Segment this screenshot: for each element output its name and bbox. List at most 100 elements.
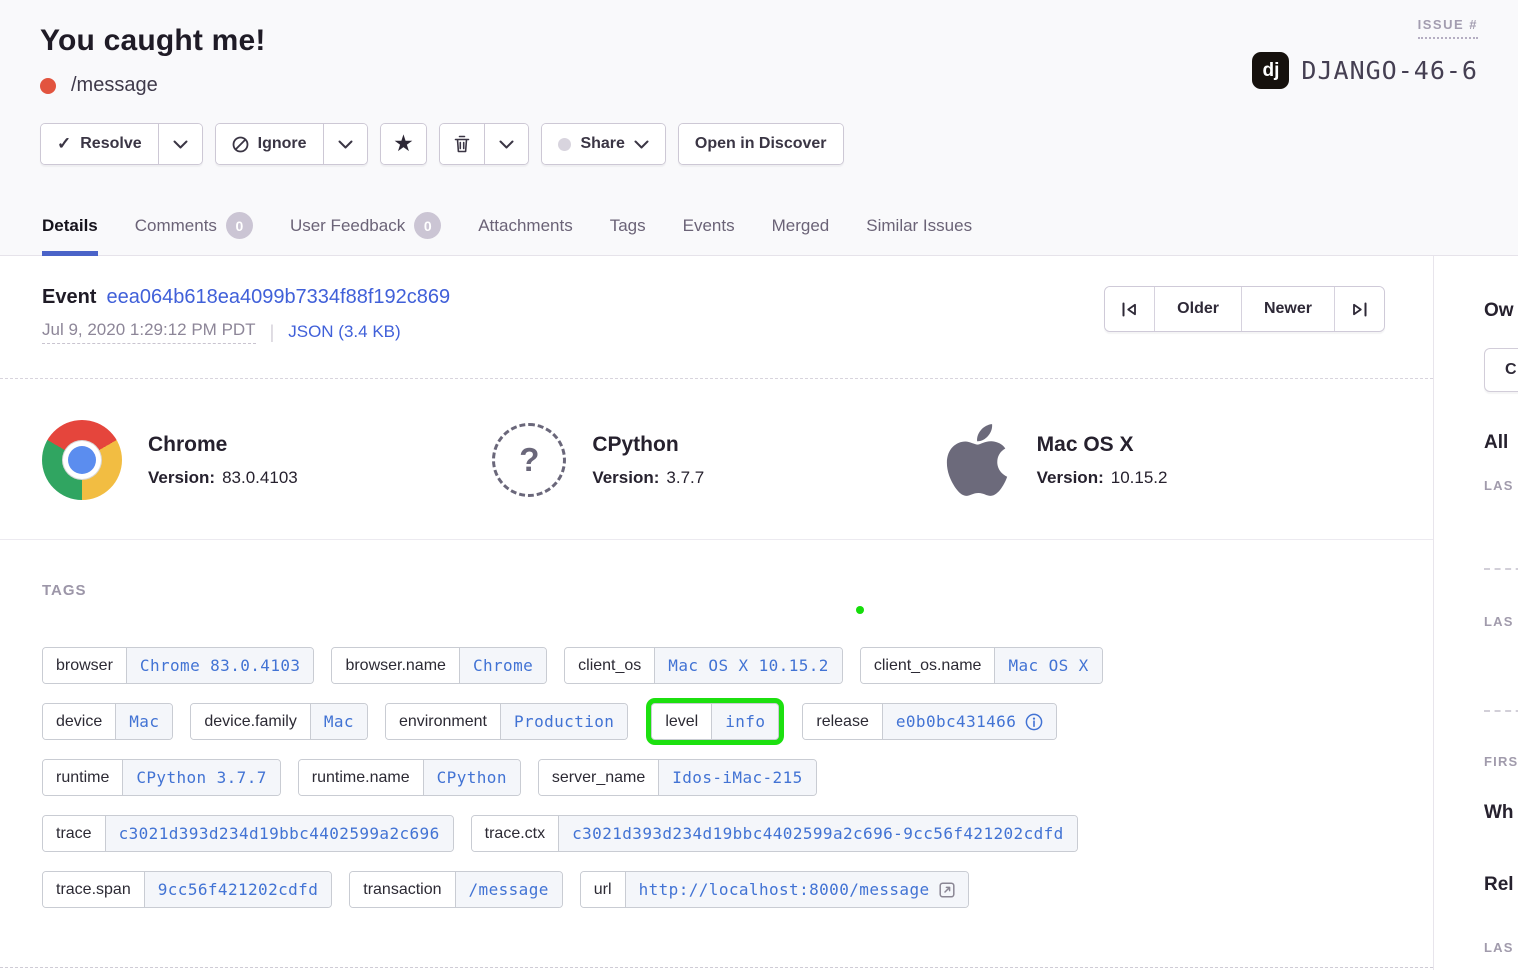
tag-key: server_name <box>539 760 658 795</box>
tag-value-link[interactable]: Chrome <box>459 648 546 683</box>
tab-label: Attachments <box>478 216 573 236</box>
tag-value-link[interactable]: Mac OS X 10.15.2 <box>654 648 842 683</box>
star-icon: ★ <box>395 134 413 154</box>
share-label: Share <box>580 135 624 153</box>
context-card-cpython: ?CPythonVersion:3.7.7 <box>492 419 942 501</box>
tag-value-link[interactable]: CPython <box>423 760 520 795</box>
external-link-icon[interactable] <box>939 882 955 898</box>
tag-value-link[interactable]: info <box>711 704 778 739</box>
slash-icon <box>232 136 249 153</box>
version-value: 83.0.4103 <box>222 468 298 487</box>
tab-user-feedback[interactable]: User Feedback0 <box>290 212 441 255</box>
cursor-dot-icon <box>856 606 864 614</box>
delete-dropdown-button[interactable] <box>484 124 528 164</box>
last-label-3: LAS <box>1484 940 1514 955</box>
older-event-button[interactable]: Older <box>1154 287 1241 331</box>
skip-back-icon <box>1121 302 1138 317</box>
tag-row: trace.span9cc56f421202cdfd transaction/me… <box>42 871 1389 908</box>
trash-icon <box>454 135 470 153</box>
tab-attachments[interactable]: Attachments <box>478 212 573 255</box>
first-label: FIRS <box>1484 754 1518 769</box>
tag-pill-level: levelinfo <box>651 703 779 740</box>
tag-key: level <box>652 704 711 739</box>
ignore-dropdown-button[interactable] <box>323 124 367 164</box>
error-level-dot-icon <box>40 78 56 94</box>
tag-value-link[interactable]: c3021d393d234d19bbc4402599a2c696-9cc56f4… <box>558 816 1077 851</box>
context-text: ChromeVersion:83.0.4103 <box>148 433 298 488</box>
tag-value-link[interactable]: http://localhost:8000/message <box>625 872 968 907</box>
tag-value-link[interactable]: Mac OS X <box>994 648 1101 683</box>
tab-tags[interactable]: Tags <box>610 212 646 255</box>
version-label: Version: <box>1037 468 1104 487</box>
section-divider <box>0 967 1433 968</box>
tab-label: Events <box>683 216 735 236</box>
tag-key: trace.ctx <box>472 816 558 851</box>
resolve-label: Resolve <box>80 135 141 153</box>
event-navigation: Older Newer <box>1104 286 1385 332</box>
delete-button[interactable] <box>440 124 484 164</box>
tab-events[interactable]: Events <box>683 212 735 255</box>
release-heading: Rel <box>1484 874 1514 896</box>
share-button-group: Share <box>541 123 665 165</box>
info-icon[interactable] <box>1025 713 1043 731</box>
ignore-button-group: Ignore <box>215 123 368 165</box>
tag-value-link[interactable]: Mac <box>115 704 172 739</box>
event-json-link[interactable]: JSON (3.4 KB) <box>288 322 400 342</box>
context-text: Mac OS XVersion:10.15.2 <box>1037 433 1168 488</box>
resolve-button-group: ✓ Resolve <box>40 123 203 165</box>
tab-label: Similar Issues <box>866 216 972 236</box>
check-icon: ✓ <box>57 134 71 154</box>
tag-value-link[interactable]: Chrome 83.0.4103 <box>126 648 314 683</box>
bookmark-button[interactable]: ★ <box>381 124 427 164</box>
share-button[interactable]: Share <box>542 124 664 164</box>
ignore-button[interactable]: Ignore <box>216 124 323 164</box>
issue-header: You caught me! /message ✓ Resolve Ignore <box>0 0 1518 256</box>
django-project-icon: dj <box>1252 52 1289 89</box>
issue-short-id: DJANGO-46-6 <box>1301 56 1478 85</box>
tab-merged[interactable]: Merged <box>772 212 830 255</box>
context-name: Chrome <box>148 433 298 457</box>
tag-key: transaction <box>350 872 454 907</box>
tag-pill-trace-span: trace.span9cc56f421202cdfd <box>42 871 332 908</box>
context-name: CPython <box>592 433 704 457</box>
ignore-label: Ignore <box>258 135 307 153</box>
assignee-button[interactable]: C <box>1484 348 1518 392</box>
issue-box: ISSUE # dj DJANGO-46-6 <box>1252 16 1478 89</box>
resolve-dropdown-button[interactable] <box>158 124 202 164</box>
tab-details[interactable]: Details <box>42 212 98 255</box>
tab-label: User Feedback <box>290 216 405 236</box>
tag-key: trace <box>43 816 105 851</box>
tag-value-link[interactable]: e0b0bc431466 <box>882 704 1056 739</box>
tab-similar-issues[interactable]: Similar Issues <box>866 212 972 255</box>
tag-value-link[interactable]: Production <box>500 704 627 739</box>
tag-value-link[interactable]: /message <box>455 872 562 907</box>
oldest-event-button[interactable] <box>1105 287 1154 331</box>
newer-event-button[interactable]: Newer <box>1241 287 1334 331</box>
sidebar-divider-1 <box>1484 568 1518 570</box>
tag-pill-device-family: device.familyMac <box>190 703 368 740</box>
tag-key: runtime <box>43 760 122 795</box>
tag-key: browser <box>43 648 126 683</box>
tags-section: TAGS browserChrome 83.0.4103browser.name… <box>0 540 1433 967</box>
event-id-link[interactable]: eea064b618ea4099b7334f88f192c869 <box>106 286 450 309</box>
tag-value-link[interactable]: Mac <box>310 704 367 739</box>
tag-pill-runtime: runtimeCPython 3.7.7 <box>42 759 281 796</box>
tab-comments[interactable]: Comments0 <box>135 212 253 255</box>
tag-value-link[interactable]: CPython 3.7.7 <box>122 760 279 795</box>
tag-value-link[interactable]: 9cc56f421202cdfd <box>144 872 332 907</box>
owner-heading: Ow <box>1484 300 1514 322</box>
status-dot-icon <box>558 138 571 151</box>
open-in-discover-button[interactable]: Open in Discover <box>679 124 843 164</box>
tag-pill-client-os-name: client_os.nameMac OS X <box>860 647 1103 684</box>
context-name: Mac OS X <box>1037 433 1168 457</box>
event-label: Event <box>42 286 96 309</box>
meta-divider: | <box>270 322 275 343</box>
main-area: Event eea064b618ea4099b7334f88f192c869 J… <box>0 256 1518 970</box>
tag-value-link[interactable]: Idos-iMac-215 <box>658 760 815 795</box>
bookmark-button-group: ★ <box>380 123 428 165</box>
resolve-button[interactable]: ✓ Resolve <box>41 124 158 164</box>
chevron-down-icon <box>634 140 649 149</box>
latest-event-button[interactable] <box>1334 287 1384 331</box>
tag-value-link[interactable]: c3021d393d234d19bbc4402599a2c696 <box>105 816 453 851</box>
tag-row: tracec3021d393d234d19bbc4402599a2c696 tra… <box>42 815 1389 852</box>
